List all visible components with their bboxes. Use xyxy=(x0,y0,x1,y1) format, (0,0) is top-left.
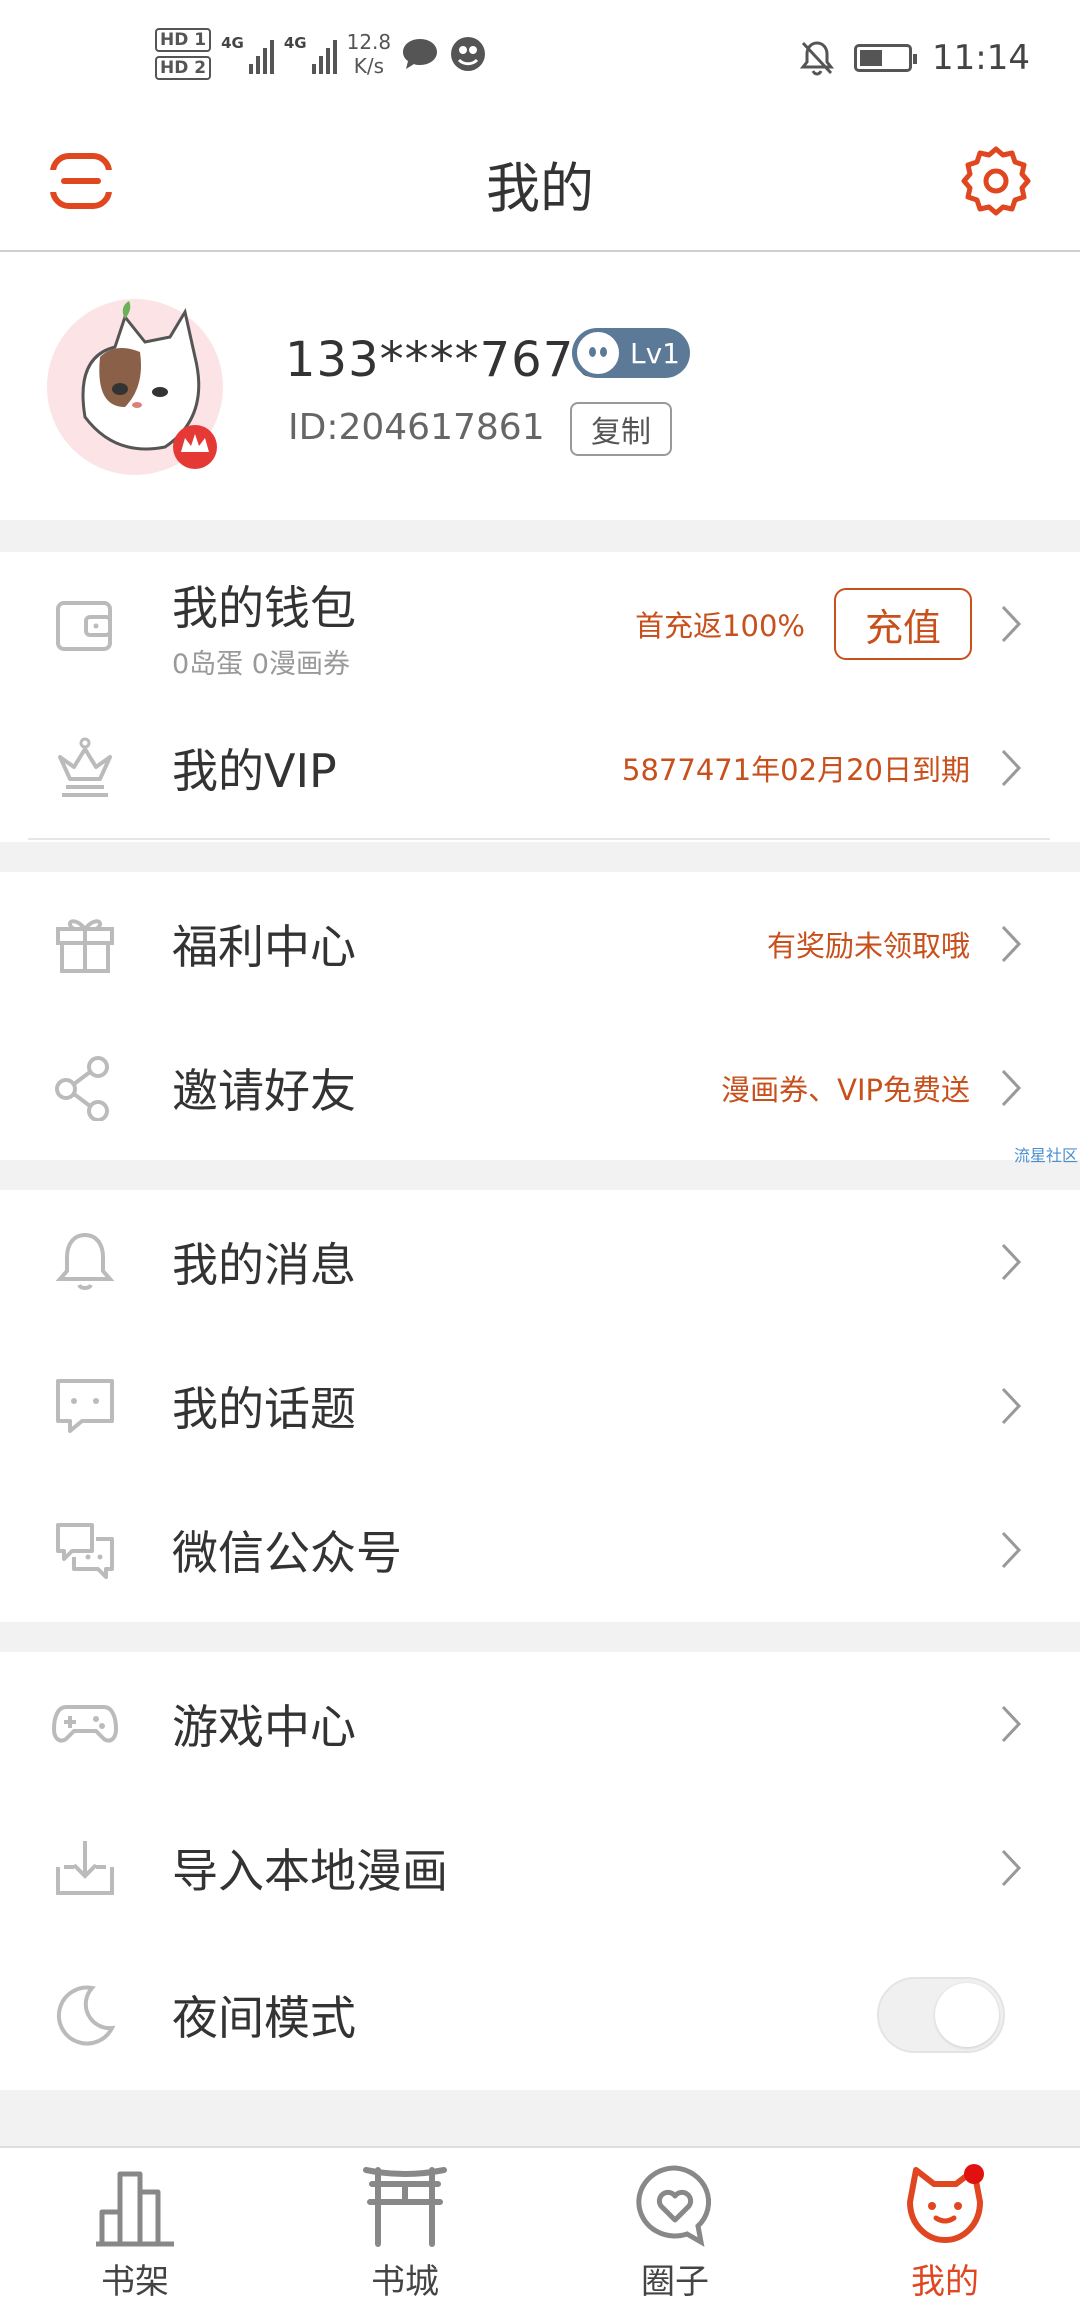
vip-label: 我的VIP xyxy=(172,744,337,798)
bell-icon xyxy=(55,1232,115,1290)
benefit-group: 福利中心 有奖励未领取哦 邀请好友 漫画券、VIP免费送 xyxy=(0,872,1080,1160)
level-text: Lv1 xyxy=(630,336,680,370)
welfare-hint: 有奖励未领取哦 xyxy=(766,929,970,963)
signal1-icon: 4G xyxy=(221,34,274,74)
hd-indicators: HD 1 HD 2 xyxy=(155,28,212,80)
share-icon xyxy=(55,1056,109,1121)
bottom-tab-bar: 书架 书城 圈子 我的 xyxy=(0,2146,1080,2310)
clock: 11:14 xyxy=(932,38,1030,78)
chat-bubble-icon xyxy=(403,39,438,69)
signal2-icon: 4G xyxy=(284,34,337,74)
wallet-row[interactable]: 我的钱包 0岛蛋 0漫画券 首充返100% 充值 xyxy=(0,552,1080,696)
tab-label: 我的 xyxy=(911,2262,979,2302)
chevron-right-icon xyxy=(1001,1531,1022,1569)
user-id: ID:204617861 xyxy=(288,407,545,448)
username: 133****7676 xyxy=(285,332,606,388)
import-row[interactable]: 导入本地漫画 xyxy=(0,1796,1080,1940)
wallet-icon xyxy=(56,601,112,651)
topics-label: 我的话题 xyxy=(172,1382,356,1436)
games-label: 游戏中心 xyxy=(172,1700,356,1754)
heart-bubble-icon xyxy=(636,2165,712,2247)
invite-label: 邀请好友 xyxy=(172,1064,356,1118)
wallet-group: 我的钱包 0岛蛋 0漫画券 首充返100% 充值 我的VIP 5877471年0… xyxy=(0,552,1080,842)
invite-hint: 漫画券、VIP免费送 xyxy=(721,1073,970,1107)
top-app-bar: 我的 xyxy=(0,120,1080,252)
night-mode-label: 夜间模式 xyxy=(172,1991,356,2045)
network2-type: 4G xyxy=(283,34,307,52)
cat-face-icon xyxy=(907,2164,984,2243)
vip-expiry: 5877471年02月20日到期 xyxy=(622,753,970,787)
status-left: HD 1 HD 2 4G 4G 12.8 K/s xyxy=(155,28,487,80)
tab-bookshelf[interactable]: 书架 xyxy=(0,2148,270,2310)
games-row[interactable]: 游戏中心 xyxy=(0,1652,1080,1796)
wallet-balance: 0岛蛋 0漫画券 xyxy=(172,649,350,680)
speed-unit: K/s xyxy=(353,54,384,78)
tab-bookstore[interactable]: 书城 xyxy=(270,2148,540,2310)
page-title: 我的 xyxy=(486,157,594,220)
network-speed: 12.8 K/s xyxy=(347,30,392,78)
divider xyxy=(28,838,1050,840)
chevron-right-icon xyxy=(1001,1705,1022,1743)
tab-label: 书架 xyxy=(101,2262,169,2302)
tab-mine[interactable]: 我的 xyxy=(810,2148,1080,2310)
avatar[interactable] xyxy=(45,297,225,477)
chevron-right-icon xyxy=(1001,1849,1022,1887)
torii-gate-icon xyxy=(363,2167,447,2247)
toggle-knob xyxy=(935,1983,999,2047)
moon-icon xyxy=(56,1985,116,2046)
welfare-label: 福利中心 xyxy=(172,920,356,974)
night-mode-row: 夜间模式 xyxy=(0,1940,1080,2090)
messages-row[interactable]: 我的消息 xyxy=(0,1190,1080,1334)
wechat-label: 微信公众号 xyxy=(172,1526,402,1580)
gift-icon xyxy=(56,919,114,973)
settings-gear-icon[interactable] xyxy=(960,145,1032,217)
invite-row[interactable]: 邀请好友 漫画券、VIP免费送 xyxy=(0,1016,1080,1160)
social-group: 我的消息 我的话题 微信公众号 xyxy=(0,1190,1080,1622)
vip-row[interactable]: 我的VIP 5877471年02月20日到期 xyxy=(0,696,1080,840)
network1-type: 4G xyxy=(221,34,244,52)
hd1-indicator: HD 1 xyxy=(155,28,212,52)
battery-icon xyxy=(854,44,918,72)
chat-box-icon xyxy=(56,1379,114,1433)
chevron-right-icon xyxy=(1001,925,1022,963)
welfare-row[interactable]: 福利中心 有奖励未领取哦 xyxy=(0,872,1080,1016)
tab-label: 书城 xyxy=(371,2262,439,2302)
level-cat-icon xyxy=(574,329,622,377)
watermark: 流星社区 xyxy=(1013,1146,1078,1165)
chevron-right-icon xyxy=(1001,1387,1022,1425)
first-recharge-hint: 首充返100% xyxy=(635,609,805,643)
night-mode-toggle[interactable] xyxy=(877,1977,1005,2053)
download-tray-icon xyxy=(56,1841,114,1895)
topics-row[interactable]: 我的话题 xyxy=(0,1334,1080,1478)
tab-label: 圈子 xyxy=(641,2262,709,2302)
messages-label: 我的消息 xyxy=(172,1238,356,1292)
tools-group: 游戏中心 导入本地漫画 夜间模式 xyxy=(0,1652,1080,2090)
status-right: 11:14 xyxy=(800,38,1030,78)
wechat-icon xyxy=(56,1523,114,1579)
bookshelf-icon xyxy=(96,2171,174,2247)
tab-community[interactable]: 圈子 xyxy=(540,2148,810,2310)
wallet-label: 我的钱包 xyxy=(172,581,356,635)
chevron-right-icon xyxy=(1001,605,1022,643)
import-label: 导入本地漫画 xyxy=(172,1844,448,1898)
copy-id-button[interactable]: 复制 xyxy=(570,402,672,456)
wechat-row[interactable]: 微信公众号 xyxy=(0,1478,1080,1622)
speed-value: 12.8 xyxy=(346,30,392,54)
qq-icon xyxy=(451,37,486,71)
profile-card[interactable]: 133****7676 Lv1 ID:204617861 复制 xyxy=(0,252,1080,520)
gamepad-icon xyxy=(52,1705,118,1743)
crown-icon xyxy=(58,737,112,797)
chevron-right-icon xyxy=(1001,749,1022,787)
chevron-right-icon xyxy=(1001,1243,1022,1281)
chevron-right-icon xyxy=(1001,1069,1022,1107)
recharge-button[interactable]: 充值 xyxy=(834,588,972,660)
status-bar: HD 1 HD 2 4G 4G 12.8 K/s 11:14 xyxy=(0,0,1080,120)
mute-bell-icon xyxy=(800,41,835,76)
level-badge: Lv1 xyxy=(572,328,690,378)
hd2-indicator: HD 2 xyxy=(155,56,212,80)
